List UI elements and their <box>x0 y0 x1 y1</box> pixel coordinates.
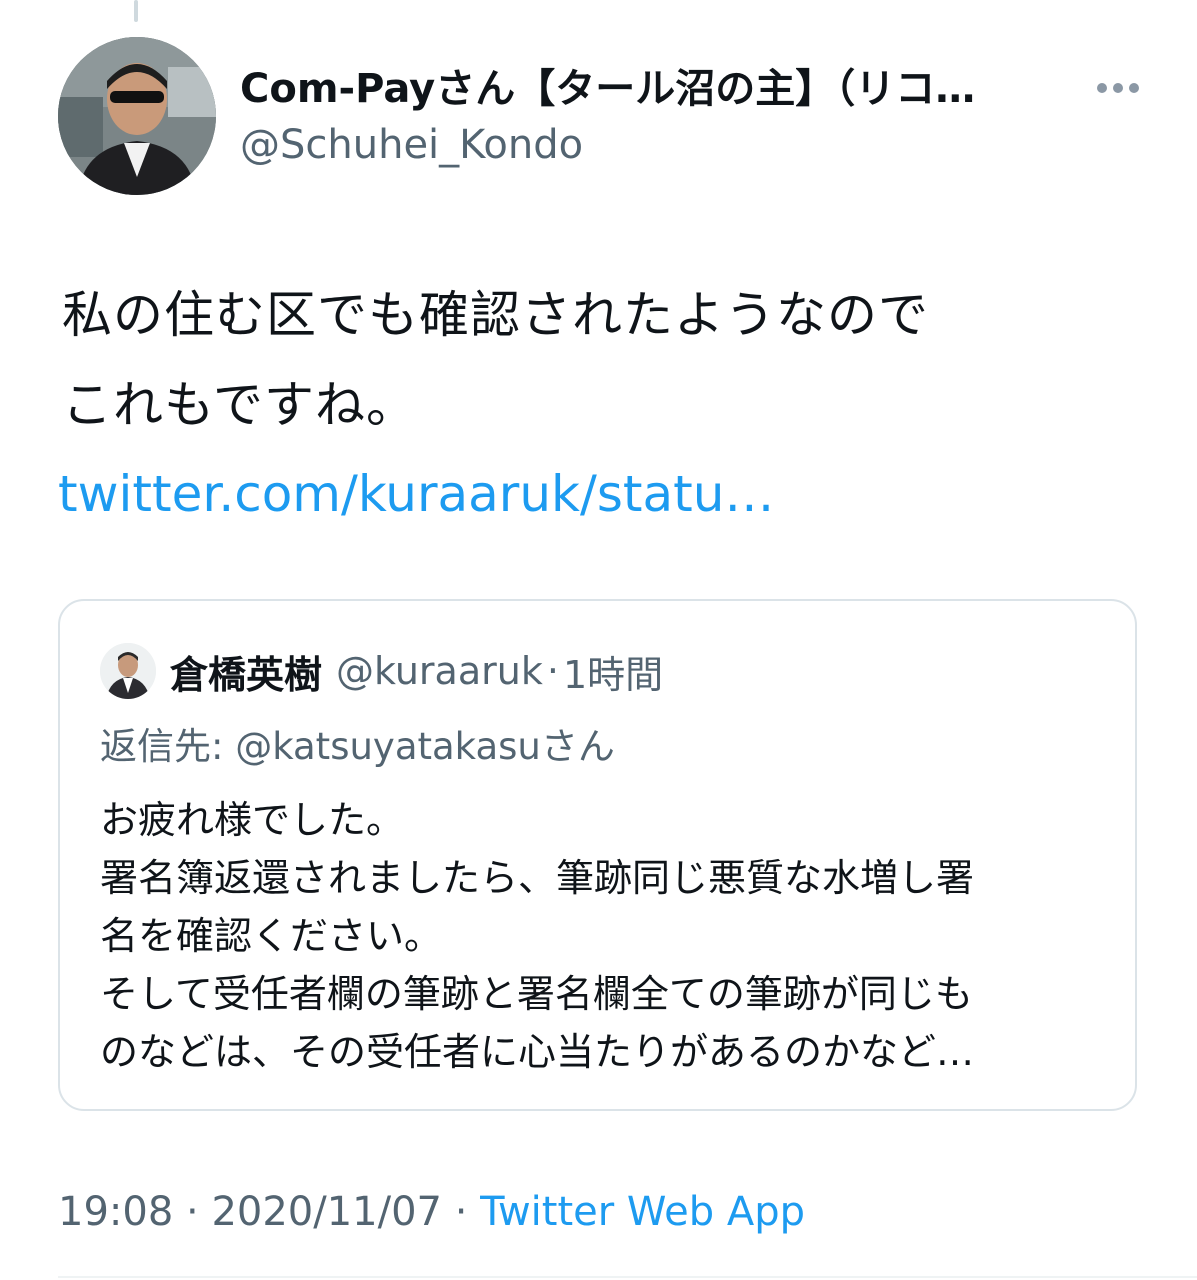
avatar-photo <box>58 37 216 195</box>
tweet-text-line: これもですね。 <box>62 376 417 434</box>
quote-text-line: そして受任者欄の筆跡と署名欄全ての筆跡が同じも <box>100 972 973 1016</box>
quote-timestamp[interactable]: 1時間 <box>563 644 663 699</box>
quote-author-handle[interactable]: @kuraaruk <box>336 649 543 693</box>
meta-separator: · <box>441 1189 481 1235</box>
quote-author-name[interactable]: 倉橋英樹 <box>170 644 322 699</box>
more-dot <box>1097 83 1107 93</box>
tweet-metadata: 19:08 · 2020/11/07 · Twitter Web App <box>58 1184 805 1240</box>
quoted-tweet-header: 倉橋英樹 @kuraaruk · 1時間 <box>100 641 663 701</box>
reply-to-mention[interactable]: @katsuyatakasuさん <box>235 725 615 768</box>
quote-text-line: のなどは、その受任者に心当たりがあるのかなど… <box>100 1030 975 1074</box>
more-dot <box>1129 83 1139 93</box>
quote-text-line: 署名簿返還されましたら、筆跡同じ悪質な水増し署 <box>100 856 975 900</box>
tweet-source-link[interactable]: Twitter Web App <box>480 1189 805 1235</box>
author-display-name[interactable]: Com-Payさん【タール沼の主】（リコ… <box>240 62 1060 116</box>
tweet-date[interactable]: 2020/11/07 <box>211 1189 442 1235</box>
quoted-tweet-card[interactable]: 倉橋英樹 @kuraaruk · 1時間 返信先: @katsuyatakasu… <box>58 599 1137 1111</box>
quote-text-line: お疲れ様でした。 <box>100 798 405 842</box>
author-avatar[interactable] <box>58 37 216 195</box>
tweet-time[interactable]: 19:08 <box>58 1189 173 1235</box>
avatar-photo <box>100 643 156 699</box>
more-horizontal-icon[interactable] <box>1088 66 1148 110</box>
reply-to-label: 返信先: <box>100 725 236 768</box>
thread-connector-line <box>134 0 138 22</box>
quoted-tweet-text: お疲れ様でした。 署名簿返還されましたら、筆跡同じ悪質な水増し署 名を確認くださ… <box>100 791 1100 1081</box>
quote-separator: · <box>546 649 559 693</box>
divider <box>58 1276 1197 1278</box>
tweet-text-line: 私の住む区でも確認されたようなので <box>62 286 929 344</box>
quote-text-line: 名を確認ください。 <box>100 914 443 958</box>
reply-to-line: 返信先: @katsuyatakasuさん <box>100 719 615 775</box>
quote-author-avatar[interactable] <box>100 643 156 699</box>
author-handle[interactable]: @Schuhei_Kondo <box>240 118 583 172</box>
tweet-link[interactable]: twitter.com/kuraaruk/statu… <box>58 462 774 526</box>
tweet-text: 私の住む区でも確認されたようなので これもですね。 <box>62 270 1152 450</box>
more-dot <box>1113 83 1123 93</box>
meta-separator: · <box>173 1189 212 1235</box>
